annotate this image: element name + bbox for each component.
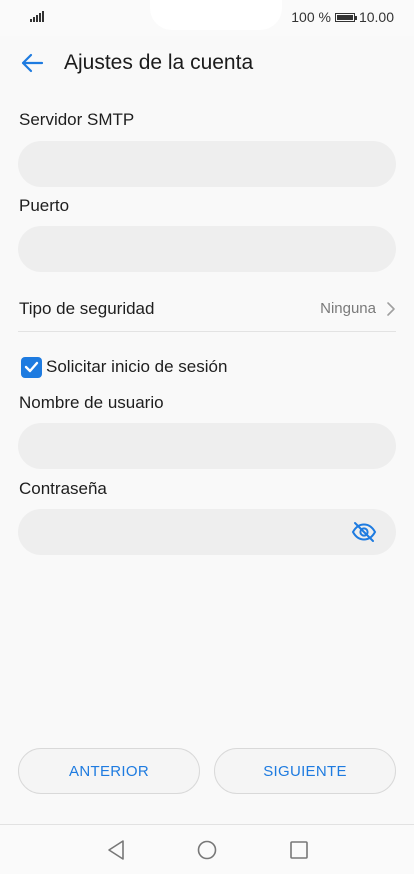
nav-home-button[interactable] bbox=[194, 837, 220, 863]
battery-icon bbox=[334, 12, 357, 22]
app-bar: Ajustes de la cuenta bbox=[0, 36, 414, 90]
password-label: Contraseña bbox=[19, 479, 107, 498]
previous-button[interactable]: ANTERIOR bbox=[18, 748, 200, 794]
security-type-label: Tipo de seguridad bbox=[19, 298, 155, 318]
circle-home-icon bbox=[197, 840, 217, 860]
require-login-label: Solicitar inicio de sesión bbox=[46, 357, 228, 376]
nav-back-button[interactable] bbox=[103, 837, 129, 863]
smtp-server-label: Servidor SMTP bbox=[19, 110, 135, 129]
arrow-left-icon bbox=[21, 53, 44, 73]
next-button[interactable]: SIGUIENTE bbox=[214, 748, 396, 794]
security-type-row[interactable]: Tipo de seguridad Ninguna bbox=[18, 286, 396, 332]
password-input[interactable] bbox=[18, 509, 396, 555]
require-login-checkbox[interactable] bbox=[21, 356, 42, 378]
port-input[interactable] bbox=[18, 226, 396, 272]
port-label: Puerto bbox=[19, 196, 70, 215]
battery-fill bbox=[336, 14, 353, 20]
square-recents-icon bbox=[290, 841, 308, 859]
toggle-password-visibility-button[interactable] bbox=[350, 518, 378, 546]
triangle-back-icon bbox=[108, 840, 124, 860]
camera-notch bbox=[150, 0, 282, 30]
username-label: Nombre de usuario bbox=[19, 393, 164, 412]
username-input[interactable] bbox=[18, 423, 396, 469]
page-title: Ajustes de la cuenta bbox=[64, 51, 254, 74]
status-bar: 100 % 10.00 bbox=[0, 0, 414, 36]
security-type-value-wrap: Ninguna bbox=[320, 300, 396, 317]
eye-off-icon bbox=[351, 522, 377, 542]
nav-recents-button[interactable] bbox=[286, 837, 312, 863]
smtp-server-input[interactable] bbox=[18, 141, 396, 187]
signal-icon bbox=[30, 11, 44, 22]
security-type-value: Ninguna bbox=[320, 300, 376, 317]
checkmark-icon bbox=[24, 361, 39, 373]
battery-percent: 100 % bbox=[291, 9, 331, 25]
back-button[interactable] bbox=[17, 48, 47, 78]
require-login-checkbox-row[interactable]: Solicitar inicio de sesión bbox=[21, 355, 227, 379]
system-nav-bar bbox=[0, 824, 414, 874]
chevron-right-icon bbox=[387, 301, 395, 316]
clock: 10.00 bbox=[358, 9, 394, 25]
status-right: 100 % 10.00 bbox=[291, 9, 394, 25]
